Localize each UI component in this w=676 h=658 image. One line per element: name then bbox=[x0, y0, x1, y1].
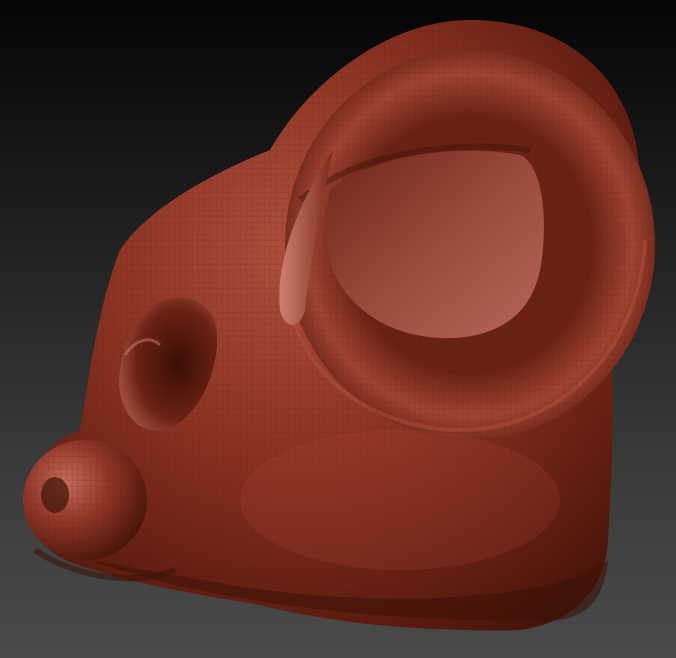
3d-viewport[interactable] bbox=[0, 0, 676, 658]
nostril bbox=[41, 477, 69, 513]
horn-curl bbox=[285, 50, 655, 440]
cheek-highlight bbox=[240, 430, 560, 570]
ram-head-sculpt bbox=[23, 20, 655, 631]
